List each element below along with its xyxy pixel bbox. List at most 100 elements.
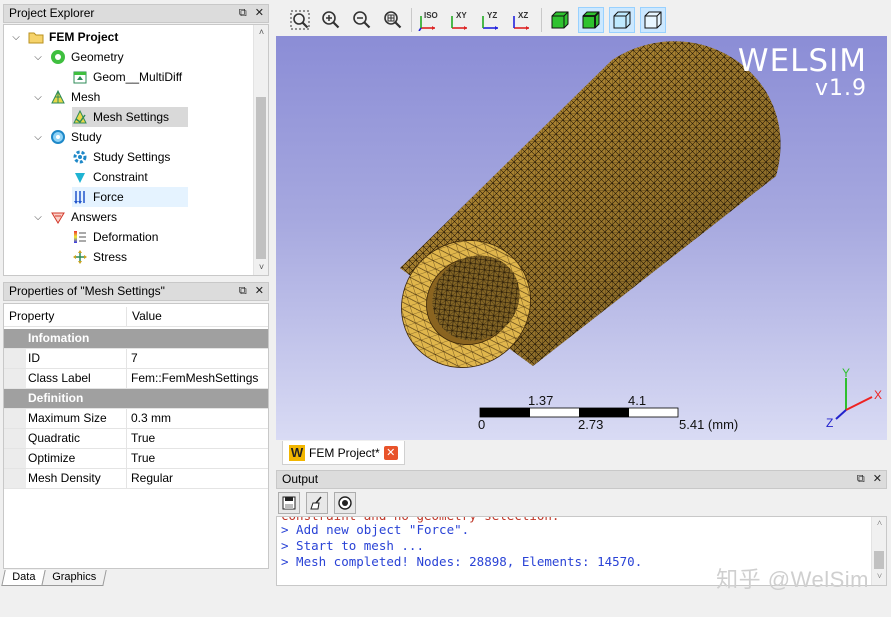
stop-record-icon[interactable]	[334, 492, 356, 514]
tree-item-force[interactable]: Force	[72, 187, 188, 207]
column-header-value[interactable]: Value	[127, 307, 268, 326]
chevron-down-icon[interactable]: ⌵	[10, 32, 22, 43]
property-row-class-label[interactable]: Class Label Fem::FemMeshSettings	[4, 369, 268, 389]
clear-broom-icon[interactable]	[306, 492, 328, 514]
tree-item-stress[interactable]: Stress	[72, 247, 127, 267]
display-transparent-icon[interactable]	[640, 7, 666, 33]
tree-item-study-settings[interactable]: Study Settings	[72, 147, 170, 167]
tree-item-study[interactable]: ⌵ Study	[32, 127, 102, 147]
properties-title-bar[interactable]: Properties of "Mesh Settings" ⧉ ✕	[3, 282, 269, 301]
tree-scrollbar[interactable]: ˄ ˅	[253, 25, 268, 275]
property-group-infomation[interactable]: Infomation	[4, 329, 268, 349]
scroll-thumb[interactable]	[256, 97, 266, 259]
scale-label-bottom-2: 2.73	[578, 417, 604, 432]
zoom-box-icon[interactable]	[380, 7, 406, 33]
tab-graphics-label: Graphics	[52, 571, 97, 583]
property-value[interactable]: Fem::FemMeshSettings	[127, 369, 268, 388]
float-icon[interactable]: ⧉	[239, 5, 247, 22]
welsim-logo-icon: W	[289, 444, 305, 461]
tree-item-mesh-settings[interactable]: Mesh Settings	[72, 107, 188, 127]
tree-item-geom-multidiff[interactable]: Geom__MultiDiff	[72, 67, 182, 87]
constraint-icon	[72, 169, 88, 185]
property-row-maximum-size[interactable]: Maximum Size 0.3 mm	[4, 409, 268, 429]
scroll-down-icon[interactable]: ˅	[872, 570, 886, 585]
scale-bar	[479, 407, 679, 418]
property-row-mesh-density[interactable]: Mesh Density Regular	[4, 469, 268, 489]
toolbar-separator	[411, 8, 412, 32]
group-label: Definition	[28, 391, 84, 405]
tree-item-mesh[interactable]: ⌵ Mesh	[32, 87, 100, 107]
project-explorer-title: Project Explorer	[9, 6, 95, 20]
geom-part-icon	[72, 69, 88, 85]
project-tree[interactable]: ⌵ FEM Project ⌵ Geometry Geom__MultiDiff…	[3, 24, 269, 276]
close-icon[interactable]: ✕	[255, 5, 264, 22]
scroll-up-icon[interactable]: ˄	[254, 25, 268, 40]
tree-label: Answers	[71, 210, 118, 224]
property-value[interactable]: True	[127, 449, 268, 468]
output-toolbar	[276, 490, 887, 516]
zoom-in-icon[interactable]	[318, 7, 344, 33]
axis-label-x: X	[874, 388, 883, 402]
property-row-quadratic[interactable]: Quadratic True	[4, 429, 268, 449]
tab-graphics[interactable]: Graphics	[41, 570, 107, 586]
tree-label: Mesh Settings	[93, 110, 170, 124]
site-watermark: 知乎 @WelSim	[716, 567, 869, 592]
brand-name: WELSIM	[737, 43, 867, 79]
properties-grid[interactable]: Property Value Infomation ID 7 Class Lab…	[3, 303, 269, 569]
tree-item-answers[interactable]: ⌵ Answers	[32, 207, 117, 227]
output-scrollbar[interactable]: ˄ ˅	[871, 517, 886, 585]
chevron-down-icon[interactable]: ⌵	[32, 52, 44, 63]
tree-item-constraint[interactable]: Constraint	[72, 167, 148, 187]
scroll-up-icon[interactable]: ˄	[872, 517, 886, 532]
property-row-id[interactable]: ID 7	[4, 349, 268, 369]
tab-data-label: Data	[12, 571, 36, 583]
display-solid-edges-icon[interactable]	[578, 7, 604, 33]
property-group-definition[interactable]: Definition	[4, 389, 268, 409]
property-row-optimize[interactable]: Optimize True	[4, 449, 268, 469]
axis-label-y: Y	[842, 366, 851, 380]
tree-label: Study Settings	[93, 150, 171, 164]
scale-label-top-1: 1.37	[528, 393, 554, 408]
tree-item-geometry[interactable]: ⌵ Geometry	[32, 47, 124, 67]
mesh-icon	[50, 89, 66, 105]
property-value[interactable]: 0.3 mm	[127, 409, 268, 428]
chevron-down-icon[interactable]: ⌵	[32, 92, 44, 103]
property-value[interactable]: True	[127, 429, 268, 448]
property-value[interactable]: Regular	[127, 469, 268, 488]
scroll-thumb[interactable]	[874, 551, 884, 569]
view-iso-icon[interactable]: ISO	[417, 7, 443, 33]
scale-label-bottom-1: 0	[478, 417, 486, 432]
properties-header-row: Property Value	[4, 307, 268, 327]
column-header-property[interactable]: Property	[4, 307, 127, 326]
float-icon[interactable]: ⧉	[857, 471, 865, 488]
tree-item-fem-project[interactable]: ⌵ FEM Project	[10, 27, 118, 47]
output-title-bar[interactable]: Output ⧉ ✕	[276, 470, 887, 489]
property-name: Quadratic	[4, 429, 127, 448]
project-explorer-title-bar[interactable]: Project Explorer ⧉ ✕	[3, 4, 269, 23]
float-icon[interactable]: ⧉	[239, 283, 247, 300]
display-solid-icon[interactable]	[547, 7, 573, 33]
force-icon	[72, 189, 88, 205]
close-icon[interactable]: ✕	[255, 283, 264, 300]
view-yz-icon[interactable]: YZ	[479, 7, 505, 33]
chevron-down-icon[interactable]: ⌵	[32, 132, 44, 143]
tab-fem-project[interactable]: W FEM Project* ✕	[282, 441, 405, 465]
view-xy-icon[interactable]: XY	[448, 7, 474, 33]
tab-data[interactable]: Data	[1, 570, 46, 586]
chevron-down-icon[interactable]: ⌵	[32, 212, 44, 223]
close-icon[interactable]: ✕	[873, 471, 882, 488]
zoom-fit-icon[interactable]	[287, 7, 313, 33]
property-value[interactable]: 7	[127, 349, 268, 368]
3d-viewport[interactable]: WELSIM v1.9 1.37 4.1 0 2.73 5.41 (mm) Y …	[276, 36, 887, 440]
scroll-down-icon[interactable]: ˅	[254, 260, 268, 275]
tree-label: Constraint	[93, 170, 148, 184]
group-value	[127, 389, 268, 408]
zoom-out-icon[interactable]	[349, 7, 375, 33]
view-xz-icon[interactable]: XZ	[510, 7, 536, 33]
tree-item-deformation[interactable]: Deformation	[72, 227, 158, 247]
close-icon[interactable]: ✕	[383, 445, 398, 460]
save-icon[interactable]	[278, 492, 300, 514]
property-name: Maximum Size	[4, 409, 127, 428]
output-line: > Add new object "Force".	[281, 522, 470, 537]
display-wireframe-icon[interactable]	[609, 7, 635, 33]
